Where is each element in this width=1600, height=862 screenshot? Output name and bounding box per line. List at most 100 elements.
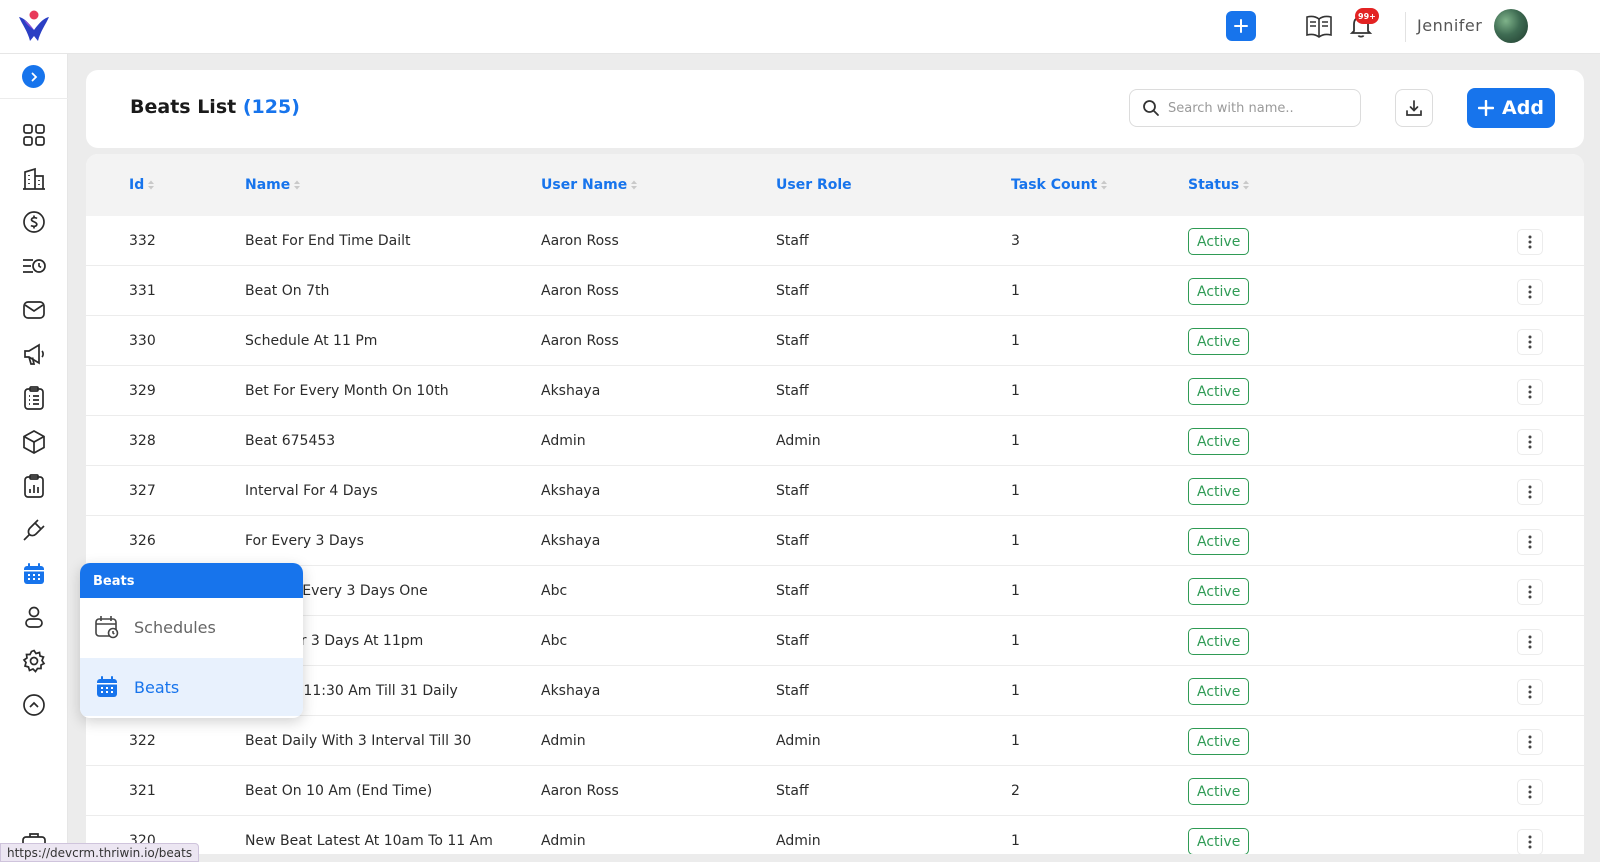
table-row[interactable]: 320 New Beat Latest At 10am To 11 Am Admin… bbox=[86, 816, 1584, 854]
sort-icon bbox=[631, 180, 638, 190]
download-icon bbox=[1406, 100, 1422, 116]
sidebar-item-dashboard[interactable] bbox=[20, 121, 48, 149]
status-badge: Active bbox=[1188, 478, 1250, 505]
app-logo[interactable] bbox=[16, 8, 52, 44]
column-header-id[interactable]: Id bbox=[129, 177, 155, 193]
sidebar bbox=[0, 54, 68, 862]
kebab-icon bbox=[1528, 235, 1532, 249]
book-icon[interactable] bbox=[1305, 13, 1333, 39]
column-header-name[interactable]: Name bbox=[245, 177, 301, 193]
row-actions-button[interactable] bbox=[1517, 579, 1543, 605]
sidebar-item-settings[interactable] bbox=[20, 647, 48, 675]
sidebar-item-campaigns[interactable] bbox=[20, 340, 48, 368]
row-actions-button[interactable] bbox=[1517, 529, 1543, 555]
cell-role: Staff bbox=[776, 583, 809, 599]
row-actions-button[interactable] bbox=[1517, 379, 1543, 405]
table-row[interactable]: 327 Interval For 4 Days Akshaya Staff 1 Activ… bbox=[86, 466, 1584, 516]
table-row[interactable]: 332 Beat For End Time Dailt Aaron Ross Staf… bbox=[86, 216, 1584, 266]
table-row[interactable]: om 11 - 11:30 Am Till 31 Daily Akshaya Sta… bbox=[86, 666, 1584, 716]
sidebar-item-deals[interactable] bbox=[20, 208, 48, 236]
add-beat-button[interactable]: Add bbox=[1467, 88, 1555, 128]
row-actions-button[interactable] bbox=[1517, 479, 1543, 505]
column-header-user-role: User Role bbox=[776, 177, 852, 193]
row-actions-button[interactable] bbox=[1517, 229, 1543, 255]
cell-user: Abc bbox=[541, 633, 568, 649]
cell-name: For Every 3 Days bbox=[245, 533, 364, 549]
cell-user: Akshaya bbox=[541, 383, 601, 399]
cell-id: 328 bbox=[129, 433, 156, 449]
row-actions-button[interactable] bbox=[1517, 429, 1543, 455]
grid-icon bbox=[23, 124, 45, 146]
submenu-item-beats[interactable]: Beats bbox=[80, 658, 303, 716]
user-name[interactable]: Jennifer bbox=[1417, 16, 1482, 35]
avatar[interactable] bbox=[1494, 9, 1528, 43]
cell-tasks: 1 bbox=[1011, 733, 1020, 749]
cell-user: Admin bbox=[541, 433, 586, 449]
table-row[interactable]: 328 Beat 675453 Admin Admin 1 Active bbox=[86, 416, 1584, 466]
cell-tasks: 1 bbox=[1011, 533, 1020, 549]
table-row[interactable]: 330 Schedule At 11 Pm Aaron Ross Staff 1 Acti… bbox=[86, 316, 1584, 366]
submenu-header: Beats bbox=[80, 563, 303, 598]
row-actions-button[interactable] bbox=[1517, 679, 1543, 705]
beats-table: Id Name User Name User Role Task Count S… bbox=[86, 154, 1584, 854]
plus-icon bbox=[1478, 100, 1495, 116]
kebab-icon bbox=[1528, 385, 1532, 399]
sort-icon bbox=[148, 180, 155, 190]
table-row[interactable]: 331 Beat On 7th Aaron Ross Staff 1 Active bbox=[86, 266, 1584, 316]
table-row[interactable]: rval For Every 3 Days One Abc Staff 1 Active bbox=[86, 566, 1584, 616]
cell-user: Akshaya bbox=[541, 483, 601, 499]
sidebar-item-tasks[interactable] bbox=[20, 384, 48, 412]
cell-tasks: 2 bbox=[1011, 783, 1020, 799]
sidebar-item-activities[interactable] bbox=[20, 252, 48, 280]
user-icon bbox=[25, 606, 43, 628]
table-row[interactable]: 322 Beat Daily With 3 Interval Till 30 Adm… bbox=[86, 716, 1584, 766]
status-badge: Active bbox=[1188, 378, 1250, 405]
plus-icon bbox=[1234, 19, 1248, 33]
cell-role: Staff bbox=[776, 683, 809, 699]
cell-tasks: 1 bbox=[1011, 333, 1020, 349]
building-icon bbox=[23, 167, 45, 190]
quick-add-button[interactable] bbox=[1226, 11, 1256, 41]
row-actions-button[interactable] bbox=[1517, 329, 1543, 355]
mail-icon bbox=[23, 301, 45, 319]
sidebar-item-products[interactable] bbox=[20, 428, 48, 456]
record-count: (125) bbox=[242, 96, 300, 118]
cell-name: Schedule At 11 Pm bbox=[245, 333, 378, 349]
status-badge: Active bbox=[1188, 728, 1250, 755]
row-actions-button[interactable] bbox=[1517, 779, 1543, 805]
sidebar-item-companies[interactable] bbox=[20, 165, 48, 193]
sidebar-item-users[interactable] bbox=[20, 603, 48, 631]
table-row[interactable]: 321 Beat On 10 Am (End Time) Aaron Ross Sta… bbox=[86, 766, 1584, 816]
column-header-task-count[interactable]: Task Count bbox=[1011, 177, 1108, 193]
row-actions-button[interactable] bbox=[1517, 829, 1543, 854]
search-input[interactable] bbox=[1168, 100, 1338, 116]
calendar-clock-icon bbox=[95, 616, 119, 639]
kebab-icon bbox=[1528, 535, 1532, 549]
sidebar-item-integrations[interactable] bbox=[20, 516, 48, 544]
row-actions-button[interactable] bbox=[1517, 629, 1543, 655]
sidebar-item-reports[interactable] bbox=[20, 472, 48, 500]
cell-id: 322 bbox=[129, 733, 156, 749]
sidebar-item-beats[interactable] bbox=[20, 560, 48, 588]
table-row[interactable]: erval For 3 Days At 11pm Abc Staff 1 Active bbox=[86, 616, 1584, 666]
search-box[interactable] bbox=[1129, 89, 1361, 127]
expand-sidebar-button[interactable] bbox=[22, 65, 45, 88]
status-badge: Active bbox=[1188, 278, 1250, 305]
cell-id: 327 bbox=[129, 483, 156, 499]
submenu-item-schedules[interactable]: Schedules bbox=[80, 598, 303, 656]
table-row[interactable]: 326 For Every 3 Days Akshaya Staff 1 Active bbox=[86, 516, 1584, 566]
row-actions-button[interactable] bbox=[1517, 279, 1543, 305]
table-row[interactable]: 329 Bet For Every Month On 10th Akshaya Sta… bbox=[86, 366, 1584, 416]
row-actions-button[interactable] bbox=[1517, 729, 1543, 755]
download-button[interactable] bbox=[1395, 89, 1433, 127]
sidebar-item-collapse[interactable] bbox=[20, 691, 48, 719]
cell-user: Abc bbox=[541, 583, 568, 599]
submenu-item-label: Schedules bbox=[134, 617, 216, 637]
column-header-user-name[interactable]: User Name bbox=[541, 177, 638, 193]
cell-user: Aaron Ross bbox=[541, 783, 619, 799]
column-header-status[interactable]: Status bbox=[1188, 177, 1250, 193]
plug-icon bbox=[23, 519, 45, 541]
status-badge: Active bbox=[1188, 578, 1250, 605]
divider bbox=[1405, 12, 1406, 42]
sidebar-item-mail[interactable] bbox=[20, 296, 48, 324]
